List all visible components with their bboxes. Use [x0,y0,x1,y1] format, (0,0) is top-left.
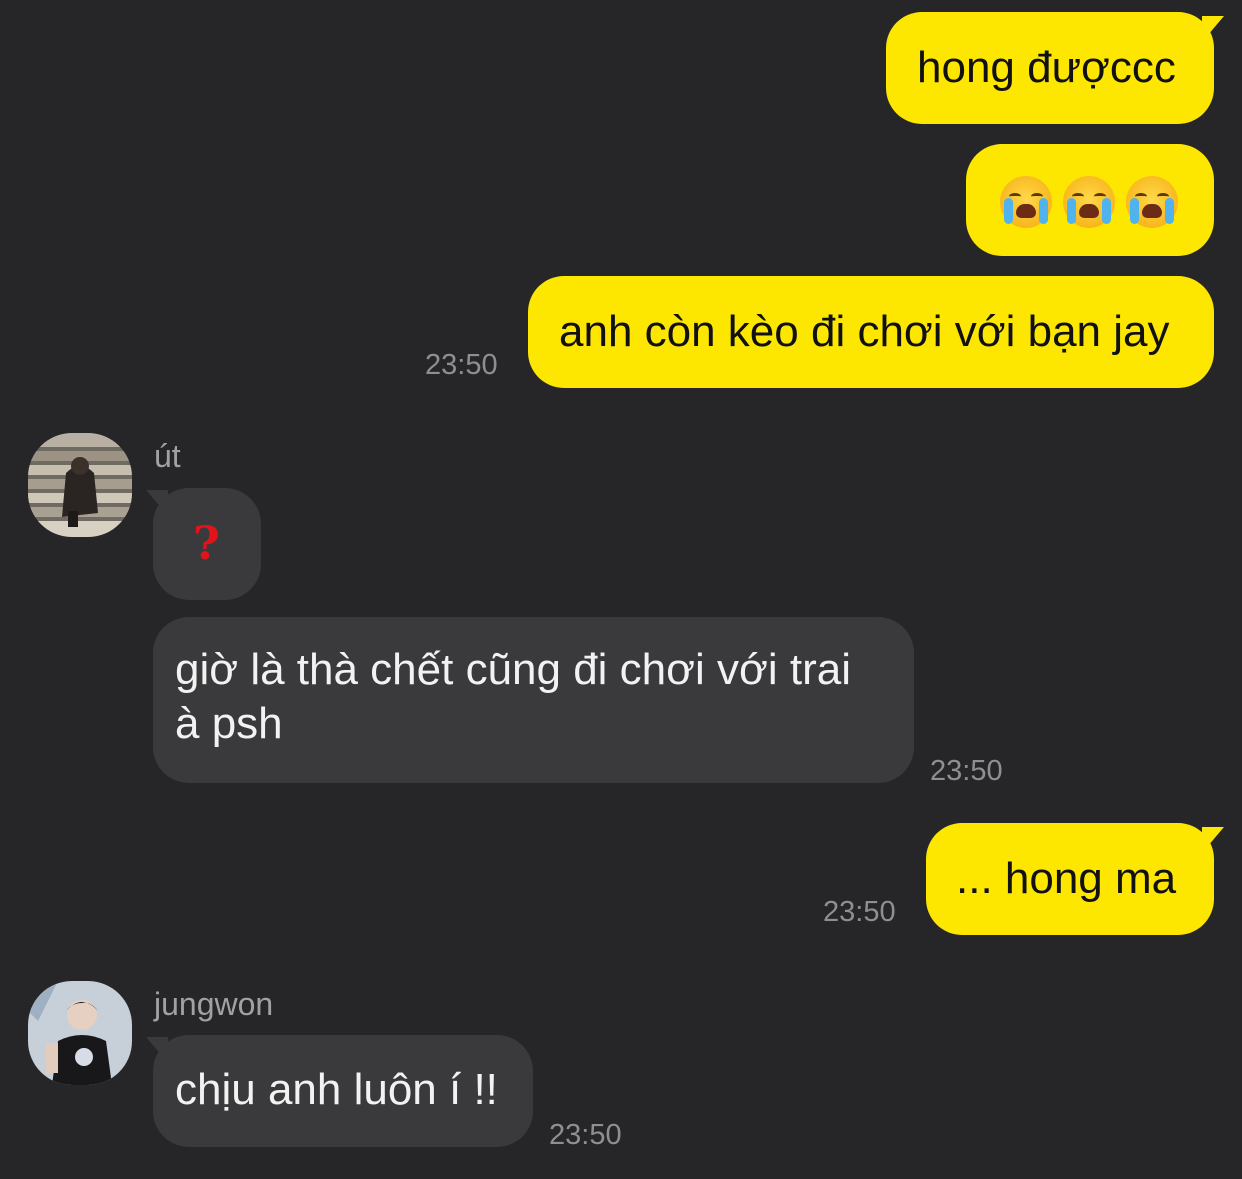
outgoing-emoji-bubble[interactable] [966,144,1214,256]
bubble-tail [1202,16,1224,42]
message-timestamp: 23:50 [930,755,1003,787]
message-text: anh còn kèo đi chơi với bạn jay [559,307,1170,356]
bubble-tail [1202,827,1224,853]
sender-name: út [154,438,181,474]
avatar-photo [28,981,132,1085]
avatar-photo [28,433,132,537]
sender-name: jungwon [154,986,274,1022]
loudly-crying-face-icon [1063,176,1115,229]
outgoing-message-bubble[interactable]: anh còn kèo đi chơi với bạn jay [528,276,1214,388]
incoming-message-bubble[interactable]: ? [153,488,261,600]
message-timestamp: 23:50 [425,349,498,381]
message-timestamp: 23:50 [549,1119,622,1151]
message-timestamp: 23:50 [823,896,896,928]
sender-avatar-jungwon[interactable] [28,981,132,1085]
message-text: hong đượccc [917,43,1176,92]
question-mark-icon: ? [193,516,220,570]
message-text: ... hong ma [956,854,1177,903]
incoming-message-bubble[interactable]: giờ là thà chết cũng đi chơi với trai à … [153,617,914,783]
loudly-crying-face-icon [1000,176,1052,229]
message-text: giờ là thà chết cũng đi chơi với trai à … [175,645,851,748]
message-text: chịu anh luôn í !! [175,1065,498,1114]
sender-avatar-ut[interactable] [28,433,132,537]
loudly-crying-face-icon [1126,176,1178,229]
incoming-message-bubble[interactable]: chịu anh luôn í !! [153,1035,533,1147]
outgoing-message-bubble[interactable]: hong đượccc [886,12,1214,124]
outgoing-message-bubble[interactable]: ... hong ma [926,823,1214,935]
bubble-tail [146,1037,168,1063]
bubble-tail [146,490,168,516]
